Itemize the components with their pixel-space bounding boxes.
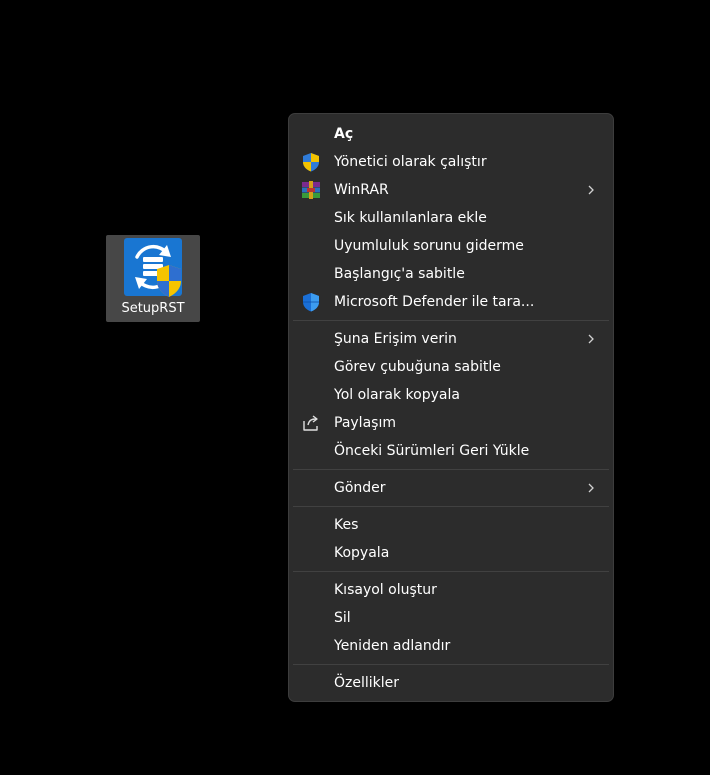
- uac-shield-icon: [303, 153, 319, 172]
- menu-item-cut[interactable]: Kes: [293, 511, 609, 539]
- menu-item-label: Paylaşım: [334, 415, 396, 431]
- menu-item-copy-as-path[interactable]: Yol olarak kopyala: [293, 381, 609, 409]
- context-menu: Aç Yönetici olarak çalıştır WinRAR Sık k…: [288, 113, 614, 702]
- menu-item-create-shortcut[interactable]: Kısayol oluştur: [293, 576, 609, 604]
- menu-item-share[interactable]: Paylaşım: [293, 409, 609, 437]
- menu-item-delete[interactable]: Sil: [293, 604, 609, 632]
- menu-item-label: Başlangıç'a sabitle: [334, 266, 465, 282]
- winrar-icon: [302, 181, 320, 199]
- menu-item-rename[interactable]: Yeniden adlandır: [293, 632, 609, 660]
- menu-item-give-access[interactable]: Şuna Erişim verin: [293, 325, 609, 353]
- desktop: SetupRST Aç Yönetici olarak çalıştır Win…: [0, 0, 710, 775]
- menu-item-label: Sil: [334, 610, 351, 626]
- menu-item-pin-taskbar[interactable]: Görev çubuğuna sabitle: [293, 353, 609, 381]
- menu-item-label: Gönder: [334, 480, 386, 496]
- menu-item-add-favorites[interactable]: Sık kullanılanlara ekle: [293, 204, 609, 232]
- share-icon: [303, 415, 318, 431]
- menu-item-label: Kopyala: [334, 545, 390, 561]
- menu-item-label: Özellikler: [334, 675, 400, 691]
- menu-item-winrar[interactable]: WinRAR: [293, 176, 609, 204]
- menu-item-label: Şuna Erişim verin: [334, 331, 457, 347]
- menu-item-restore-versions[interactable]: Önceki Sürümleri Geri Yükle: [293, 437, 609, 465]
- menu-item-label: Yeniden adlandır: [334, 638, 451, 654]
- menu-item-open[interactable]: Aç: [293, 120, 609, 148]
- menu-item-properties[interactable]: Özellikler: [293, 669, 609, 697]
- menu-item-send-to[interactable]: Gönder: [293, 474, 609, 502]
- chevron-right-icon: [588, 483, 594, 493]
- menu-separator: [293, 320, 609, 321]
- menu-item-label: Kısayol oluştur: [334, 582, 437, 598]
- menu-item-label: Önceki Sürümleri Geri Yükle: [334, 443, 530, 459]
- menu-item-label: Microsoft Defender ile tara...: [334, 294, 535, 310]
- menu-item-label: Aç: [334, 126, 354, 142]
- menu-separator: [293, 506, 609, 507]
- defender-shield-icon: [303, 293, 319, 312]
- chevron-right-icon: [588, 185, 594, 195]
- setup-rst-icon: [124, 238, 182, 297]
- menu-separator: [293, 469, 609, 470]
- menu-item-label: Görev çubuğuna sabitle: [334, 359, 501, 375]
- menu-item-label: Yol olarak kopyala: [334, 387, 460, 403]
- menu-item-copy[interactable]: Kopyala: [293, 539, 609, 567]
- menu-item-label: Kes: [334, 517, 359, 533]
- chevron-right-icon: [588, 334, 594, 344]
- menu-separator: [293, 664, 609, 665]
- menu-item-run-as-admin[interactable]: Yönetici olarak çalıştır: [293, 148, 609, 176]
- menu-item-label: Sık kullanılanlara ekle: [334, 210, 487, 226]
- menu-item-pin-start[interactable]: Başlangıç'a sabitle: [293, 260, 609, 288]
- desktop-icon-setuprst[interactable]: SetupRST: [106, 235, 200, 322]
- menu-item-label: WinRAR: [334, 182, 389, 198]
- menu-item-label: Uyumluluk sorunu giderme: [334, 238, 524, 254]
- menu-item-troubleshoot-compat[interactable]: Uyumluluk sorunu giderme: [293, 232, 609, 260]
- menu-separator: [293, 571, 609, 572]
- menu-item-label: Yönetici olarak çalıştır: [334, 154, 487, 170]
- desktop-icon-label: SetupRST: [121, 301, 185, 316]
- menu-item-defender-scan[interactable]: Microsoft Defender ile tara...: [293, 288, 609, 316]
